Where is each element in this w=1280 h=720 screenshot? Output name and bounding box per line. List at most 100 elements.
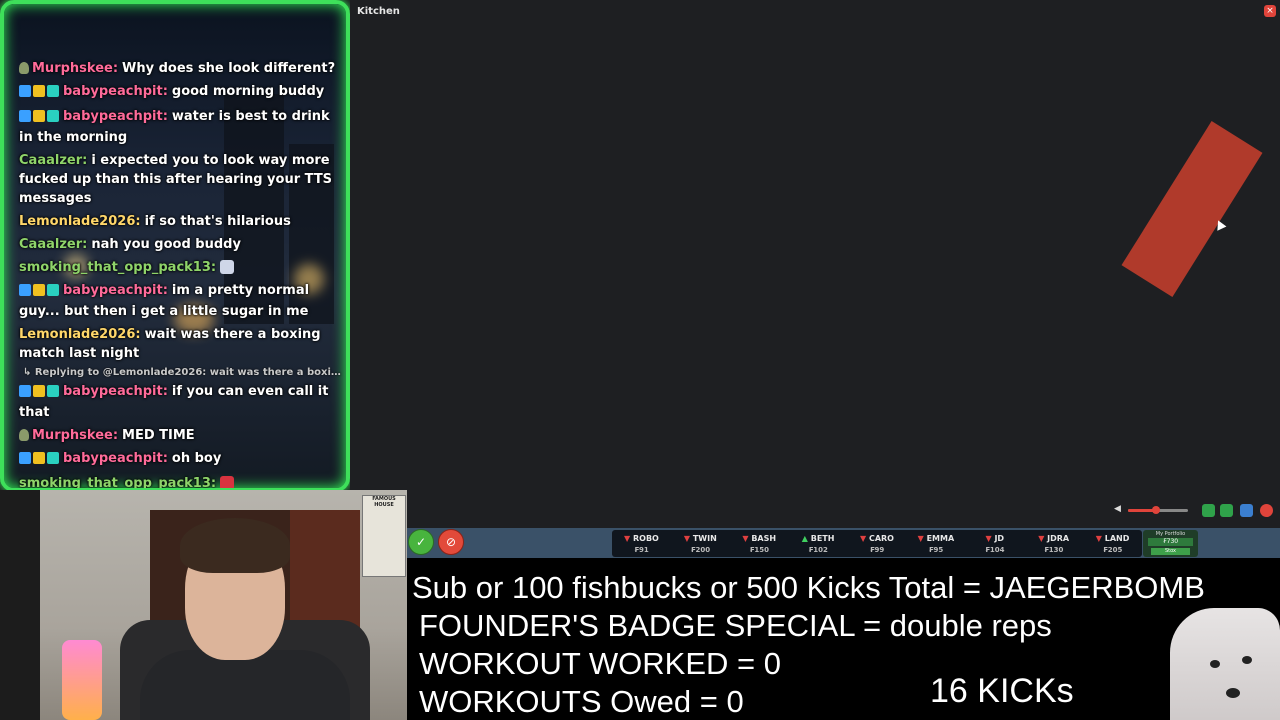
kitchen-window: Kitchen × ◀ — [350, 0, 1280, 528]
ticker-item[interactable]: ▼ EMMA ₣95 — [906, 530, 965, 557]
gift-badge-icon — [47, 85, 59, 97]
badge-group — [19, 84, 61, 103]
arrow-down-icon: ▼ — [917, 534, 927, 543]
arrow-down-icon: ▼ — [624, 534, 633, 543]
stox-button[interactable]: Stox — [1151, 548, 1190, 555]
chat-username[interactable]: Caaalzer: — [19, 237, 87, 252]
screenshot-icon[interactable] — [1202, 504, 1215, 517]
chat-message: Lemonlade2026: if so that's hilarious — [19, 212, 339, 231]
microphone-arm — [0, 490, 40, 720]
badge-group — [19, 384, 61, 403]
chat-username[interactable]: Lemonlade2026: — [19, 327, 141, 342]
ticker-value: ₣102 — [808, 546, 828, 554]
chat-username[interactable]: Lemonlade2026: — [19, 214, 141, 229]
chat-username[interactable]: smoking_that_opp_pack13: — [19, 476, 216, 488]
overlay-line-2: FOUNDER'S BADGE SPECIAL = double reps — [419, 608, 1052, 643]
arrow-down-icon: ▼ — [683, 534, 693, 543]
chat-message: Murphskee: Why does she look different? — [19, 59, 339, 78]
person-body — [140, 650, 350, 720]
arrow-up-icon: ▲ — [801, 534, 811, 543]
volume-icon[interactable]: ◀ — [1114, 504, 1124, 517]
chat-text: MED TIME — [122, 428, 195, 443]
chat-message: Caaalzer: nah you good buddy — [19, 235, 339, 254]
chat-username[interactable]: babypeachpit: — [63, 451, 168, 466]
record-icon[interactable] — [1260, 504, 1273, 517]
emote-icon — [220, 260, 235, 274]
dog-nose — [1226, 688, 1240, 698]
player-controls: ◀ — [1114, 504, 1274, 518]
sub-badge-icon — [19, 284, 31, 296]
ticker-name: JD — [994, 534, 1005, 543]
portfolio-title: My Portfolio — [1155, 531, 1186, 537]
ticker-value: ₣150 — [749, 546, 769, 554]
ticker-item[interactable]: ▼ JDRA ₣130 — [1024, 530, 1083, 557]
overlay-line-3: WORKOUT WORKED = 0 — [419, 646, 781, 681]
ticker-item[interactable]: ▼ LAND ₣205 — [1083, 530, 1142, 557]
rgb-lamp — [62, 640, 102, 720]
kicks-counter: 16 KICKs — [930, 672, 1074, 710]
chat-message: babypeachpit: oh boy — [19, 449, 339, 470]
fullscreen-icon[interactable] — [1240, 504, 1253, 517]
volume-handle[interactable] — [1152, 506, 1160, 514]
overlay-line-1: Sub or 100 fishbucks or 500 Kicks Total … — [412, 570, 1205, 605]
crown-badge-icon — [33, 110, 45, 122]
chat-username[interactable]: babypeachpit: — [63, 283, 168, 298]
wall-poster-small: FAMOUS HOUSE — [362, 495, 406, 577]
ticker-item[interactable]: ▲ BETH ₣102 — [789, 530, 848, 557]
chat-message: babypeachpit: im a pretty normal guy... b… — [19, 281, 339, 321]
red-action-button[interactable]: ⊘ — [438, 529, 464, 555]
overlay-line-4: WORKOUTS Owed = 0 — [419, 684, 744, 719]
ticker-item[interactable]: ▼ CARO ₣99 — [848, 530, 907, 557]
chat-message: smoking_that_opp_pack13: — [19, 258, 339, 277]
chat-username[interactable]: Caaalzer: — [19, 153, 87, 168]
ticker-value: ₣200 — [690, 546, 711, 554]
chat-username[interactable]: babypeachpit: — [63, 384, 168, 399]
chat-message: Murphskee: MED TIME — [19, 426, 339, 445]
ticker-value: ₣130 — [1043, 546, 1064, 554]
ticker-item[interactable]: ▼ TWIN ₣200 — [671, 530, 730, 557]
arrow-down-icon: ▼ — [1095, 534, 1105, 543]
badge-group — [19, 283, 61, 302]
dog-eye — [1210, 660, 1220, 668]
dog-eye — [1242, 656, 1252, 664]
badge-group — [19, 109, 61, 128]
volume-level — [1128, 509, 1155, 512]
chat-username[interactable]: babypeachpit: — [63, 109, 168, 124]
chat-username[interactable]: Murphskee: — [32, 428, 118, 443]
share-icon[interactable] — [1220, 504, 1233, 517]
emote-icon — [220, 476, 235, 488]
close-icon[interactable]: × — [1264, 5, 1276, 17]
ticker-item[interactable]: ▼ ROBO ₣91 — [612, 530, 671, 557]
chat-text: if so that's hilarious — [144, 214, 291, 229]
crown-badge-icon — [33, 284, 45, 296]
ticker-value: ₣99 — [869, 546, 885, 554]
portfolio-widget[interactable]: My Portfolio ₣730 Stox — [1143, 530, 1198, 557]
chat-username[interactable]: smoking_that_opp_pack13: — [19, 260, 216, 275]
ticker-value: ₣104 — [985, 546, 1005, 554]
green-action-button[interactable]: ✓ — [408, 529, 434, 555]
ticker-value: ₣95 — [928, 546, 944, 554]
chat-username[interactable]: babypeachpit: — [63, 84, 168, 99]
chat-message: Caaalzer: i expected you to look way more… — [19, 151, 339, 208]
mod-badge-icon — [19, 62, 29, 74]
text-overlay: Sub or 100 fishbucks or 500 Kicks Total … — [407, 558, 1280, 720]
chat-message: Lemonlade2026: wait was there a boxing ma… — [19, 325, 339, 363]
arrow-down-icon: ▼ — [742, 534, 752, 543]
person-hair — [180, 518, 290, 573]
sub-badge-icon — [19, 85, 31, 97]
reply-context: ↳ Replying to @Lemonlade2026: wait was t… — [23, 367, 343, 378]
dog-image — [1170, 608, 1280, 720]
chat-message: babypeachpit: if you can even call it tha… — [19, 382, 339, 422]
window-title: Kitchen — [357, 6, 400, 17]
ticker-item[interactable]: ▼ BASH ₣150 — [730, 530, 789, 557]
arrow-down-icon: ▼ — [860, 534, 869, 543]
chat-panel: Murphskee: Why does she look different? ba… — [0, 0, 350, 492]
crown-badge-icon — [33, 385, 45, 397]
gift-badge-icon — [47, 452, 59, 464]
ticker-item[interactable]: ▼ JD ₣104 — [965, 530, 1024, 557]
sub-badge-icon — [19, 385, 31, 397]
chat-username[interactable]: Murphskee: — [32, 61, 118, 76]
volume-slider[interactable] — [1128, 506, 1188, 514]
draggable-object[interactable] — [1121, 121, 1263, 297]
ticker-name: CARO — [868, 534, 894, 543]
